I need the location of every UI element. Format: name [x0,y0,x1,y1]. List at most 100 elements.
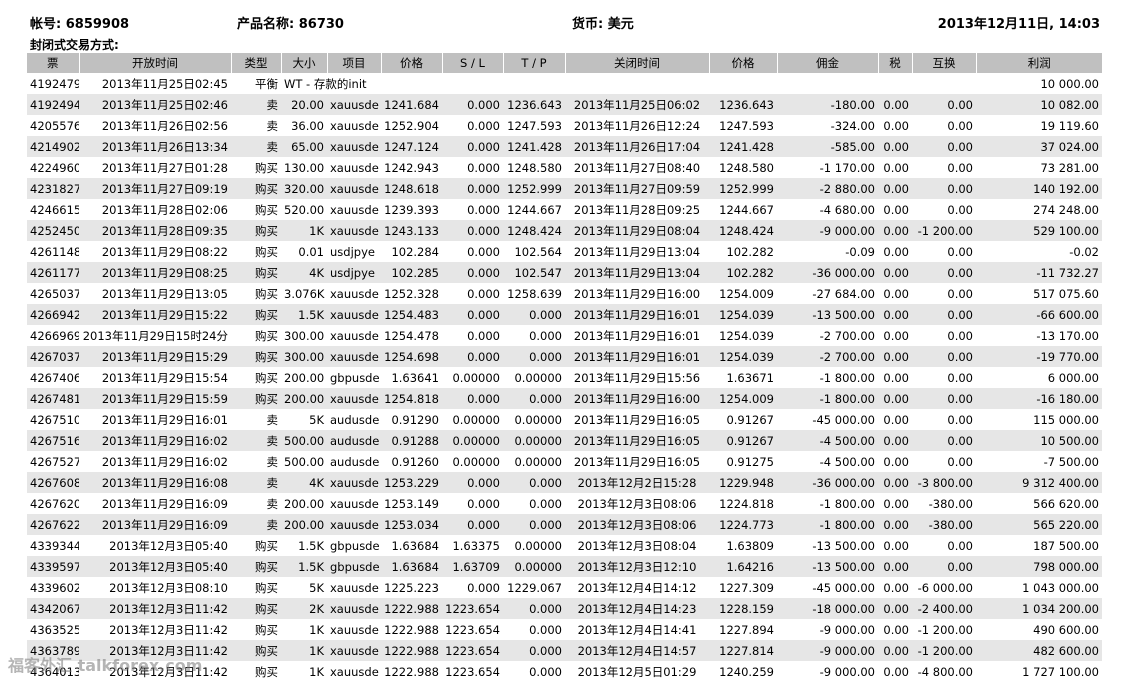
cell-open-time: 2013年12月3日05:40 [79,556,231,577]
cell-open-time: 2013年11月29日15:29 [79,346,231,367]
cell-profit: 1 043 000.00 [1022,580,1099,595]
cell-commission: -9 000.00 [819,622,875,637]
cell-stop-loss: 0.000 [467,202,500,217]
cell-profit: 9 312 400.00 [976,472,1102,493]
table-row: 4231827 2013年11月27日09:19 购买 320.00 xauusde 12… [27,178,1102,199]
cell-commission: -13 500.00 [777,556,878,577]
cell-take-profit: 0.000 [503,640,565,661]
cell-take-profit: 102.547 [503,262,565,283]
cell-open-price: 1222.988 [381,598,442,619]
cell-profit: 19 119.60 [1040,118,1099,133]
cell-swap: -4 800.00 [917,664,973,679]
cell-size: 65.00 [281,136,327,157]
cell-open-price: 1243.133 [381,220,442,241]
cell-open-price: 1254.478 [384,328,439,343]
cell-type: 购买 [255,538,278,553]
cell-commission: -1 800.00 [777,514,878,535]
cell-take-profit: 1252.999 [503,178,565,199]
cell-close-time: 2013年12月4日14:41 [577,622,697,637]
cell-open-time: 2013年11月29日16:02 [101,454,228,469]
cell-ticket: 4342067 [27,598,79,619]
cell-swap: 0.00 [947,202,973,217]
cell-swap: 0.00 [947,454,973,469]
closed-trades-title: 封闭式交易方式: [30,38,119,52]
cell-take-profit: 0.000 [503,346,565,367]
cell-commission: -36 000.00 [777,472,878,493]
cell-stop-loss: 0.000 [467,244,500,259]
cell-open-time: 2013年11月29日16:09 [79,514,231,535]
cell-type: 购买 [255,160,278,175]
col-item: 项目 [326,53,381,73]
cell-open-price: 1222.988 [381,640,442,661]
table-row: 4246615 2013年11月28日02:06 购买 520.00 xauusde 12… [27,199,1102,220]
cell-profit: 10 082.00 [976,94,1102,115]
cell-ticket: 4267622 [27,514,79,535]
cell-ticket: 4267406 [30,370,79,385]
cell-item: audusde [330,454,380,469]
cell-item: xauusde [330,580,379,595]
cell-open-price: 1253.149 [384,496,439,511]
cell-open-price: 102.284 [391,244,439,259]
cell-size: 130.00 [284,160,325,175]
cell-tax: 0.00 [883,286,909,301]
cell-close-price: 1227.309 [719,580,774,595]
cell-take-profit: 1248.580 [507,160,562,175]
cell-type: 卖 [231,136,281,157]
cell-profit: 187 500.00 [1033,538,1099,553]
cell-item: xauusde [327,94,381,115]
cell-swap: 0.00 [947,538,973,553]
cell-size: 20.00 [281,94,327,115]
cell-close-time: 2013年11月29日16:05 [573,412,701,427]
cell-take-profit: 0.000 [529,622,562,637]
cell-stop-loss: 0.000 [442,136,503,157]
cell-swap: 0.00 [947,286,973,301]
cell-close-price: 1.63809 [726,538,774,553]
cell-close-time: 2013年11月29日16:05 [573,454,701,469]
cell-stop-loss: 0.000 [442,514,503,535]
cell-commission: -2 700.00 [777,346,878,367]
cell-commission: -585.00 [777,136,878,157]
col-ticket: 票 [27,53,79,73]
cell-item: xauusde [330,118,379,133]
cell-close-time: 2013年11月26日17:04 [565,136,709,157]
cell-tax: 0.00 [883,580,909,595]
cell-profit: 10 000.00 [1040,76,1099,91]
cell-commission: -4 500.00 [777,430,878,451]
cell-swap: 0.00 [947,370,973,385]
cell-open-price: 1.63684 [391,538,439,553]
cell-type: 购买 [255,202,278,217]
cell-close-time: 2013年11月29日16:01 [565,304,709,325]
col-open-price: 价格 [380,53,442,73]
table-row: 4267527 2013年11月29日16:02 卖 500.00 audusde 0.9… [27,451,1102,472]
cell-commission: -9 000.00 [777,640,878,661]
cell-item: gbpusde [327,556,381,577]
cell-swap: -6 000.00 [917,580,973,595]
cell-item: xauusde [327,388,381,409]
cell-commission: -18 000.00 [777,598,878,619]
cell-profit: -11 732.27 [976,262,1102,283]
cell-tax: 0.00 [883,160,909,175]
cell-type: 卖 [231,472,281,493]
cell-close-price: 1254.039 [719,328,774,343]
cell-close-time: 2013年11月25日06:02 [565,94,709,115]
cell-stop-loss: 0.000 [467,160,500,175]
cell-take-profit: 102.564 [514,244,562,259]
cell-commission: -1 800.00 [819,496,875,511]
cell-type: 购买 [255,328,278,343]
cell-take-profit: 1248.424 [503,220,565,241]
cell-open-time: 2013年11月26日02:56 [101,118,228,133]
cell-close-price: 1254.039 [709,304,777,325]
cell-item: usdjpye [330,244,375,259]
cell-size: 200.00 [284,496,325,511]
cell-profit: -0.02 [1069,244,1099,259]
cell-swap: 0.00 [947,328,973,343]
cell-type: 购买 [231,220,281,241]
cell-commission: -4 680.00 [819,202,875,217]
cell-size: 500.00 [284,454,325,469]
cell-stop-loss: 1223.654 [442,598,503,619]
cell-ticket: 4205576 [30,118,79,133]
cell-ticket: 4267527 [30,454,79,469]
cell-stop-loss: 0.00000 [452,370,500,385]
cell-take-profit: 1258.639 [507,286,562,301]
table-row: 4266942 2013年11月29日15:22 购买 1.5K xauusde 1254… [27,304,1102,325]
